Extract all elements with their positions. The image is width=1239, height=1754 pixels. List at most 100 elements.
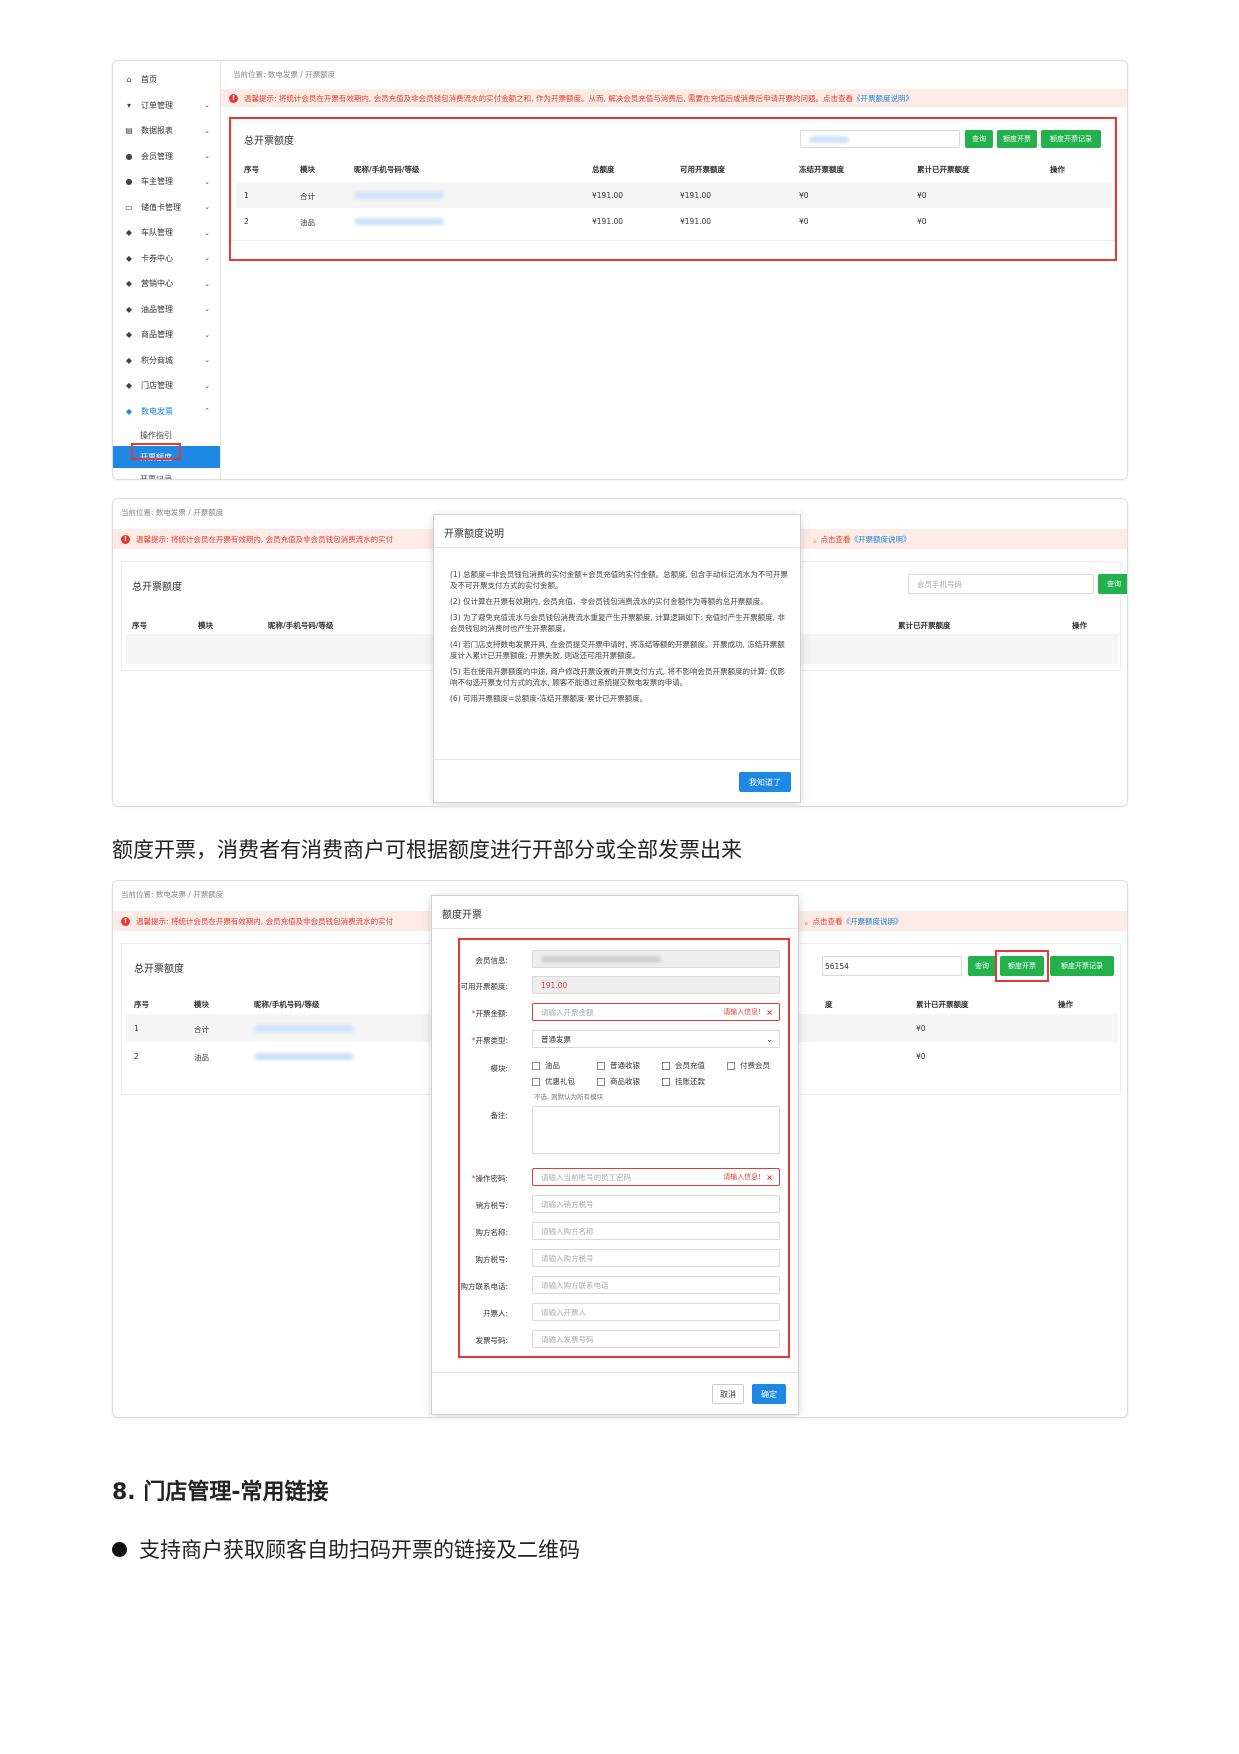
password-label: *操作密码: [471,1174,508,1183]
note-textarea[interactable] [532,1106,780,1154]
invoice-no-input[interactable]: 请输入发票号码 [532,1330,780,1348]
sidebar-item[interactable]: ◆ 油品管理 ⌄ [113,297,220,323]
explanation-modal: 开票额度说明 (1) 总额度=非会员钱包消费的实付金额+会员充值的实付金额。总额… [433,514,801,803]
th-frozen: 冻结开票额度 [799,165,844,174]
sidebar-item[interactable]: ▾ 订单管理 ⌄ [113,93,220,119]
blurred-member [354,192,444,199]
query-button[interactable]: 查询 [965,130,993,148]
quota-card: 总开票额度 查询 额度开票 额度开票记录 序号 模块 昵称/手机号码/等级 总额… [231,117,1115,241]
module-checkbox-paid-member[interactable]: 付费会员 [727,1060,770,1071]
th-action: 操作 [1072,621,1087,630]
th-issued: 累计已开票额度 [898,621,951,630]
sidebar-item[interactable]: ▭ 储值卡管理 ⌄ [113,195,220,221]
quota-issue-button[interactable]: 额度开票 [1000,956,1044,976]
tip-text: 温馨提示: 将统计会员在开票有效期内, 会员充值及非会员钱包消费流水的实付 [136,534,394,544]
invoice-amount-input[interactable]: 请输入开票金额 请输入信息! × [532,1003,780,1021]
quota-records-button[interactable]: 额度开票记录 [1050,956,1114,976]
gift-icon: ◆ [125,279,133,289]
th-no: 序号 [244,165,259,174]
th-no: 序号 [132,621,147,630]
buyer-name-input[interactable]: 请输入购方名称 [532,1222,780,1240]
user-icon: ● [125,177,133,187]
buyer-tax-input[interactable]: 请输入购方税号 [532,1249,780,1267]
chevron-icon: ⌄ [204,228,210,237]
tip-link[interactable]: 《开票额度说明》 [851,535,911,544]
sidebar-item[interactable]: ◆ 卡券中心 ⌄ [113,246,220,272]
sidebar-item[interactable]: ● 会员管理 ⌄ [113,144,220,170]
cancel-button[interactable]: 取消 [712,1384,744,1404]
modal-divider [432,928,798,929]
users-icon: ● [125,151,133,161]
sidebar-item[interactable]: ▤ 数据报表 ⌄ [113,118,220,144]
sidebar-subitem-records[interactable]: 开票记录 [113,468,220,480]
th-nickname: 昵称/手机号码/等级 [268,621,334,630]
sidebar-item[interactable]: ◆ 门店管理 ⌄ [113,373,220,399]
cell-available: ¥191.00 [680,191,712,200]
note-label: 备注: [490,1111,508,1120]
cell-issued: ¥0 [917,217,927,226]
cart-icon: ▾ [126,100,131,110]
got-it-button[interactable]: 我知道了 [739,772,791,792]
sidebar-item[interactable]: ● 车主管理 ⌄ [113,169,220,195]
chevron-down-icon: ⌄ [766,1034,773,1044]
sidebar-item-label: 首页 [141,75,157,85]
sidebar: ⌂ 首页 ▾ 订单管理 ⌄ ▤ 数据报表 ⌄ ● 会员管理 ⌄ ● 车主管理 ⌄ ▭ 储值卡管理 ⌄ ◆ 车队管理 ⌄… [113,61,221,479]
seller-tax-input[interactable]: 请输入销方税号 [532,1195,780,1213]
sidebar-item[interactable]: ⌂ 首页 [113,67,220,93]
module-checkbox-goods[interactable]: 商品收银 [597,1076,640,1087]
sidebar-item[interactable]: ◆ 车队管理 ⌄ [113,220,220,246]
module-checkbox-repay[interactable]: 挂账还款 [662,1076,705,1087]
cell-no: 2 [244,217,249,226]
error-x-icon: × [766,1172,773,1182]
buyer-phone-label: 购方联系电话: [460,1282,508,1291]
available-quota-field: 191.00 [532,976,780,994]
module-checkbox-fuel[interactable]: 油品 [532,1060,560,1071]
sidebar-item[interactable]: ◆ 商品管理 ⌄ [113,322,220,348]
chevron-icon: ⌄ [204,152,210,161]
modal-title: 开票额度说明 [444,529,504,540]
amount-placeholder: 请输入开票金额 [541,1007,594,1017]
query-button[interactable]: 查询 [968,956,996,976]
buyer-phone-input[interactable]: 请输入购方联系电话 [532,1276,780,1294]
chevron-icon: ⌄ [204,279,210,288]
card-title: 总开票额度 [244,136,294,147]
sidebar-item[interactable]: ◆ 数电发票 ⌃ [113,399,220,425]
module-label: 模块: [490,1064,508,1073]
chart-icon: ▤ [125,126,133,136]
gears-icon: ◆ [125,381,133,391]
query-button[interactable]: 查询 [1098,574,1127,594]
quota-records-button[interactable]: 额度开票记录 [1041,130,1101,148]
operator-password-input[interactable]: 请输入当前账号的员工密码 请输入信息! × [532,1168,780,1186]
drawer-input[interactable]: 请输入开票人 [532,1303,780,1321]
module-checkbox-gift[interactable]: 优惠礼包 [532,1076,575,1087]
sidebar-item-label: 营销中心 [141,279,173,289]
search-input[interactable] [800,130,960,148]
tip-link[interactable]: 《开票额度说明》 [843,917,903,926]
chevron-icon: ⌄ [204,177,210,186]
module-checkbox-cashier[interactable]: 普通收银 [597,1060,640,1071]
buyer-tax-label: 购方税号: [475,1255,508,1264]
buyer-name-label: 购方名称: [475,1228,508,1237]
caption-quota-issue: 额度开票，消费者有消费商户可根据额度进行开部分或全部发票出来 [112,838,742,862]
sidebar-subitem-quota[interactable]: 开票额度 [113,446,220,468]
sidebar-item[interactable]: ◆ 积分商城 ⌄ [113,348,220,374]
explanation-paragraph: (1) 总额度=非会员钱包消费的实付金额+会员充值的实付金额。总额度, 包含手动… [450,570,788,590]
th-action: 操作 [1058,1000,1073,1009]
cell-available: ¥191.00 [680,217,712,226]
sidebar-item[interactable]: ◆ 营销中心 ⌄ [113,271,220,297]
search-input[interactable]: 56154 [822,956,962,976]
sidebar-item-label: 储值卡管理 [141,202,181,212]
sidebar-subitem-guide[interactable]: 操作指引 [113,424,220,446]
invoice-type-select[interactable]: 普通发票 ⌄ [532,1030,780,1048]
tip-link[interactable]: 《开票额度说明》 [853,93,913,104]
blurred-member [254,1025,354,1032]
bullet-dot-icon [112,1541,127,1557]
quota-issue-button[interactable]: 额度开票 [997,130,1037,148]
chevron-icon: ⌄ [204,101,210,110]
available-label: 可用开票额度: [460,982,508,991]
cell-module: 油品 [300,218,315,227]
tip-text: 温馨提示: 将统计会员在开票有效期内, 会员充值及非会员钱包消费流水的实付金额之… [244,93,853,103]
confirm-button[interactable]: 确定 [752,1384,786,1404]
module-checkbox-recharge[interactable]: 会员充值 [662,1060,705,1071]
member-phone-input[interactable]: 会员手机号码 [908,574,1094,594]
